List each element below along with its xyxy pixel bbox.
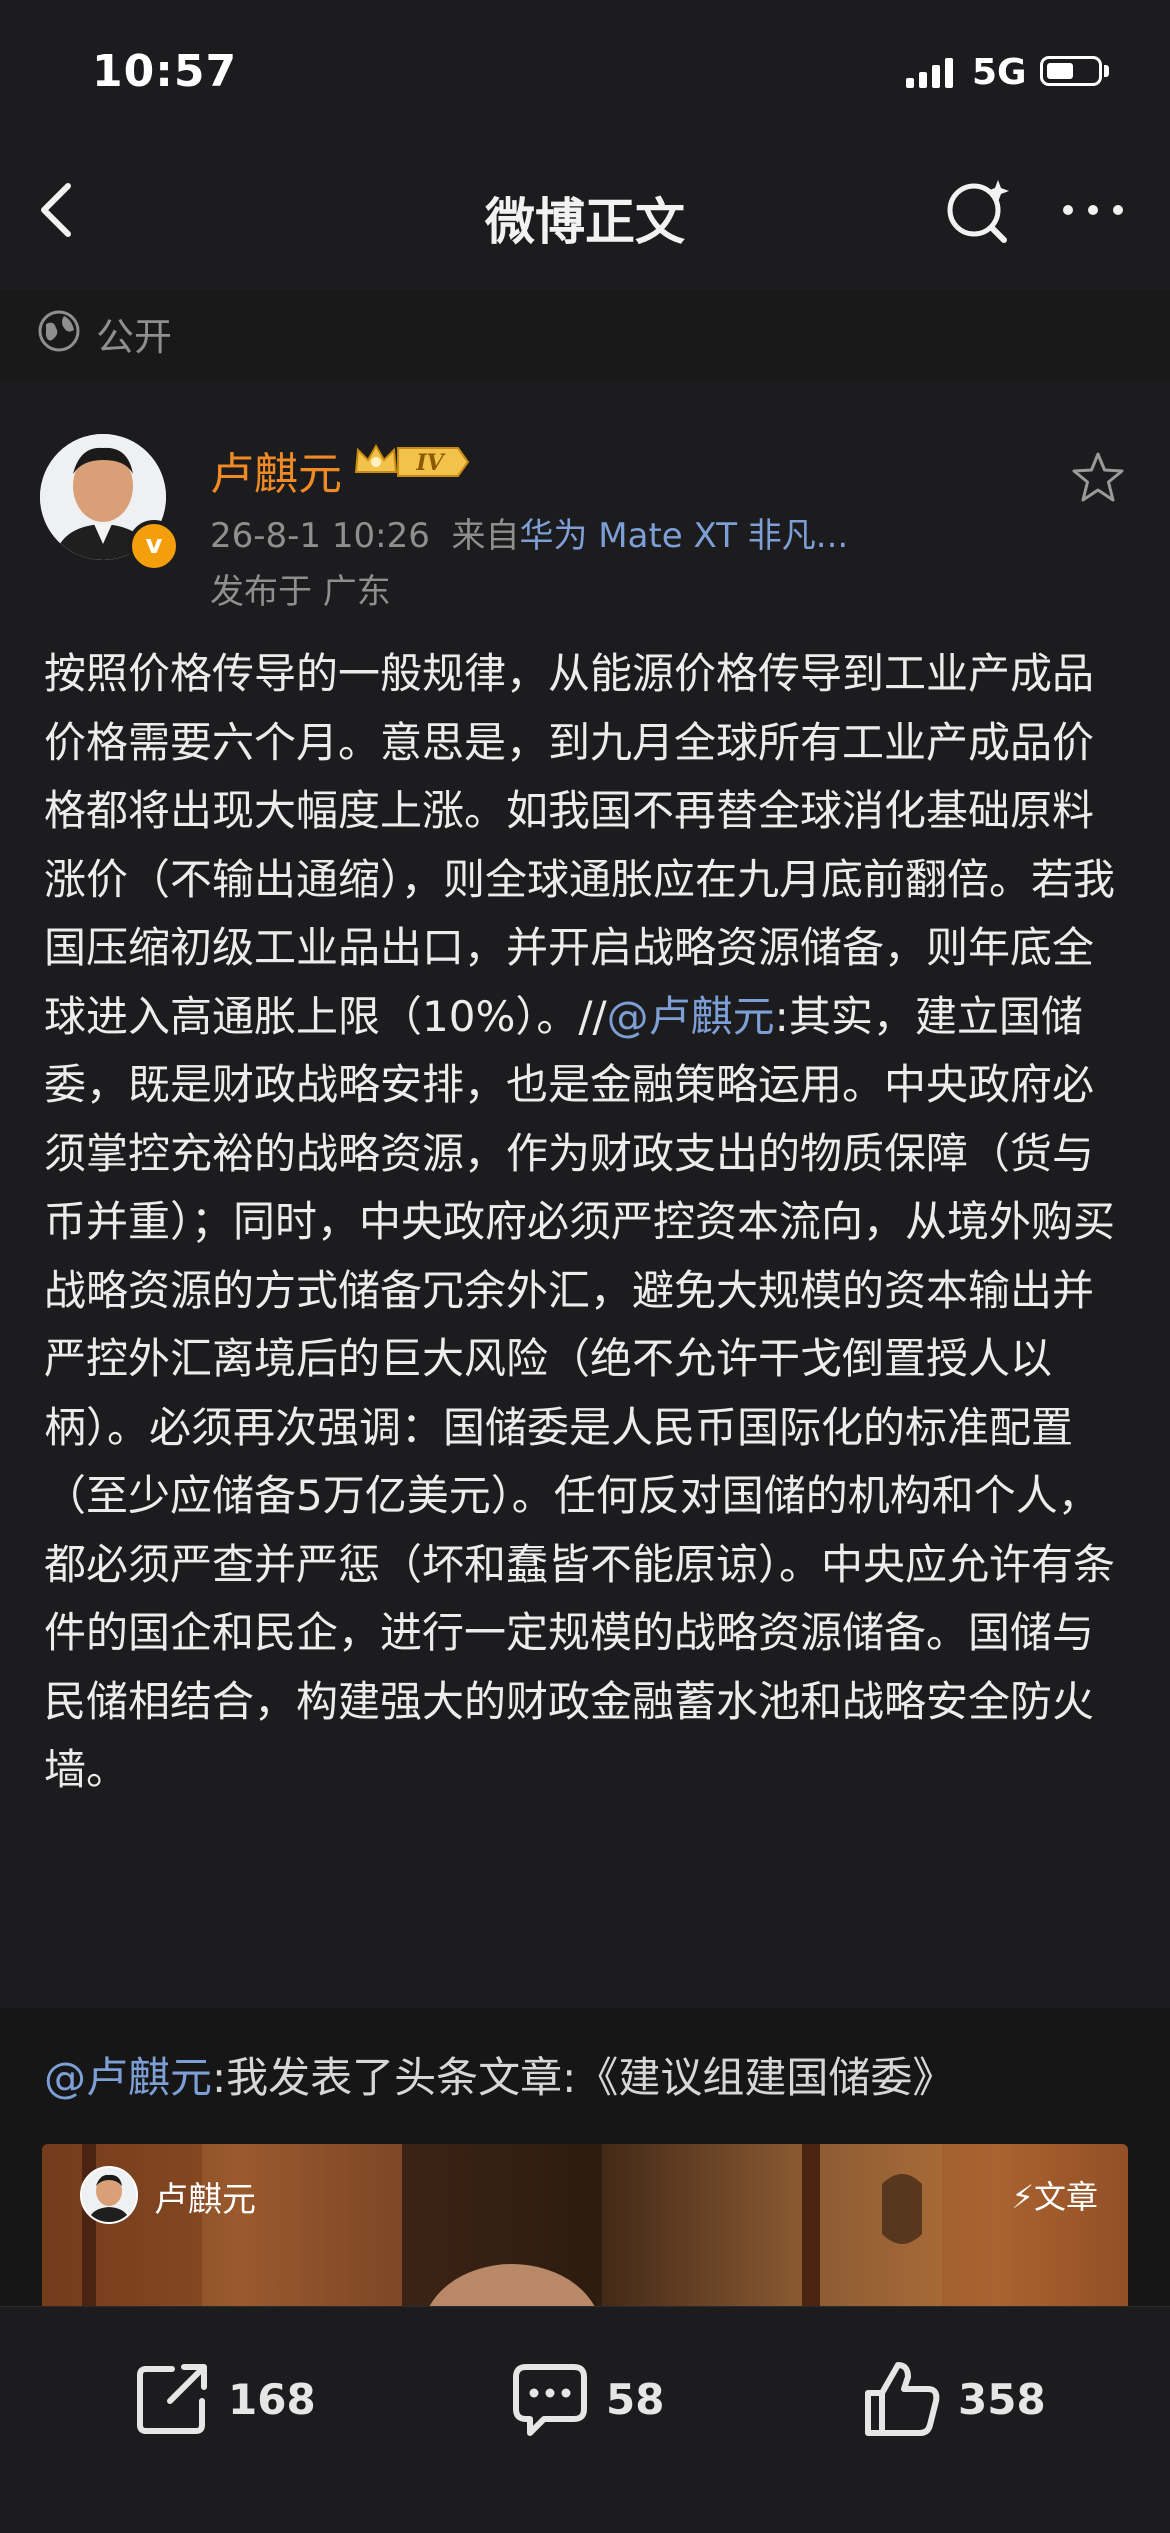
comment-button[interactable]: 58 xyxy=(510,2359,710,2439)
post: v 卢麒元 IV 26-8-1 10:26 来自华为 Mate XT 非凡...… xyxy=(0,390,1170,2000)
repost-icon xyxy=(137,2364,207,2434)
comment-icon xyxy=(513,2364,587,2436)
like-icon xyxy=(865,2362,940,2436)
source-prefix: 来自 xyxy=(451,516,520,556)
post-text-part2: :其实，建立国储委，既是财政战略安排，也是金融策略运用。中央政府必须掌控充裕的战… xyxy=(44,991,1116,1795)
post-meta: 26-8-1 10:26 来自华为 Mate XT 非凡... xyxy=(210,508,848,557)
card-author-avatar xyxy=(80,2166,138,2224)
search-icon[interactable] xyxy=(944,176,1012,244)
card-author-name: 卢麒元 xyxy=(154,2180,256,2220)
more-icon[interactable] xyxy=(1058,190,1128,230)
like-button[interactable]: 358 xyxy=(862,2359,1082,2439)
retweet-mention[interactable]: @卢麒元 xyxy=(44,2053,212,2102)
repost-count: 168 xyxy=(228,2375,316,2424)
repost-button[interactable]: 168 xyxy=(132,2359,352,2439)
retweet-text: @卢麒元:我发表了头条文章:《建议组建国储委》 xyxy=(44,2044,954,2105)
post-mention[interactable]: @卢麒元 xyxy=(607,992,775,1041)
battery-tip xyxy=(1104,65,1109,77)
visibility-label: 公开 xyxy=(96,315,173,359)
star-icon[interactable] xyxy=(1070,450,1126,506)
nav-bar: 微博正文 xyxy=(0,160,1170,260)
article-tag: ⚡文章 xyxy=(1012,2172,1098,2218)
lightning-icon: ⚡ xyxy=(1011,2178,1034,2216)
globe-icon xyxy=(38,310,80,352)
post-location: 发布于 广东 xyxy=(210,572,391,612)
member-level-badge[interactable]: IV xyxy=(352,440,472,484)
comment-count: 58 xyxy=(606,2375,665,2424)
verified-badge: v xyxy=(128,520,180,572)
battery-icon xyxy=(1040,56,1102,86)
visibility-bar: 公开 xyxy=(0,290,1170,380)
signal-icon xyxy=(906,58,953,88)
post-body: 按照价格传导的一般规律，从能源价格传导到工业产成品价格需要六个月。意思是，到九月… xyxy=(44,640,1130,1805)
post-source[interactable]: 华为 Mate XT 非凡... xyxy=(519,516,848,556)
status-time: 10:57 xyxy=(92,46,238,97)
status-bar: 10:57 5G xyxy=(0,0,1170,150)
post-timestamp: 26-8-1 10:26 xyxy=(210,516,430,556)
action-bar: 168 58 358 xyxy=(0,2306,1170,2533)
retweet-content: :我发表了头条文章:《建议组建国储委》 xyxy=(212,2053,955,2102)
level-text: IV xyxy=(415,450,445,476)
article-tag-label: 文章 xyxy=(1033,2178,1098,2216)
network-type: 5G xyxy=(972,52,1027,93)
like-count: 358 xyxy=(958,2375,1046,2424)
author-name[interactable]: 卢麒元 xyxy=(210,438,342,502)
post-text-part1: 按照价格传导的一般规律，从能源价格传导到工业产成品价格需要六个月。意思是，到九月… xyxy=(44,649,1116,1041)
